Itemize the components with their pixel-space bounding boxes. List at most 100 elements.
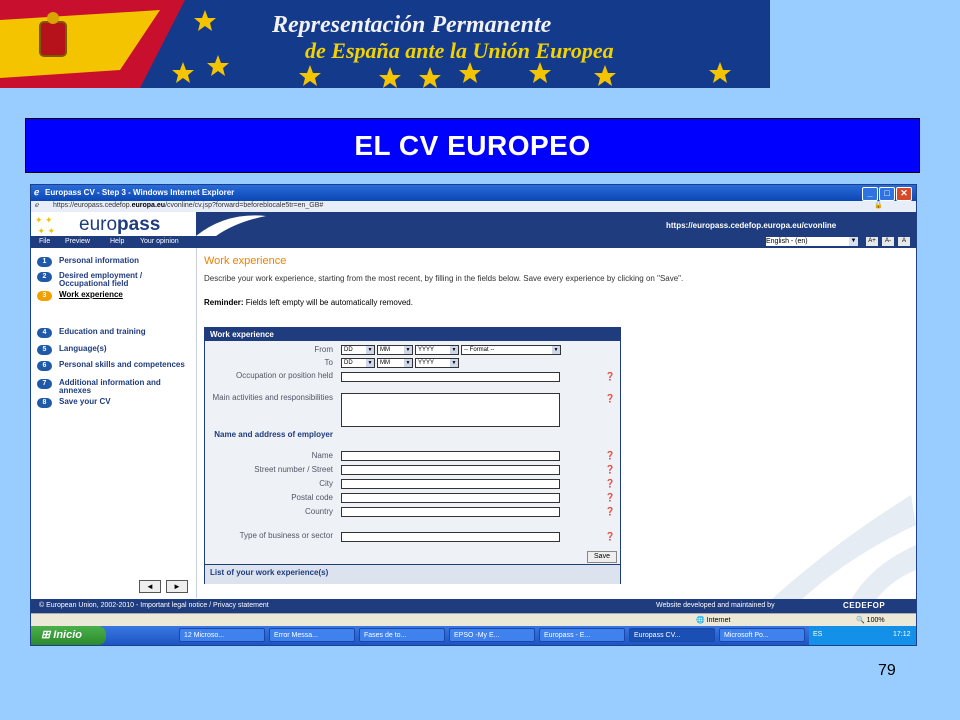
chevron-down-icon: ▼ [450, 359, 458, 367]
site-footer: © European Union, 2002-2010 - Important … [31, 599, 916, 613]
page-heading: Work experience [204, 255, 287, 267]
ie-icon: ℯ [34, 187, 40, 197]
taskbar-item-outlook[interactable]: 12 Microso... [179, 628, 265, 642]
taskbar-item-error[interactable]: Error Messa... [269, 628, 355, 642]
help-icon[interactable]: ❓ [605, 507, 615, 516]
reminder-text: Reminder: Fields left empty will be auto… [204, 298, 413, 307]
language-indicator[interactable]: ES [813, 631, 822, 638]
menu-your-opinion[interactable]: Your opinion [140, 238, 179, 245]
footer-legal[interactable]: © European Union, 2002-2010 - Important … [39, 602, 269, 609]
to-month-select[interactable]: MM ▼ [377, 358, 413, 368]
window-title: Europass CV - Step 3 - Windows Internet … [45, 188, 235, 197]
menu-file[interactable]: File [39, 238, 50, 245]
help-icon[interactable]: ❓ [605, 532, 615, 541]
europass-swoosh-decoration [771, 495, 916, 600]
magnifier-icon: 🔍 [856, 617, 865, 624]
work-experience-form: Work experience From DD ▼ MM ▼ YYYY ▼ -- Fo… [204, 327, 621, 584]
form-header: Work experience [205, 328, 620, 341]
chevron-down-icon: ▼ [552, 346, 560, 354]
cedefop-logo[interactable]: CEDEFOP [843, 601, 885, 610]
to-year-select[interactable]: YYYY ▼ [415, 358, 459, 368]
from-day-select[interactable]: DD ▼ [341, 345, 375, 355]
experience-list-header: List of your work experience(s) [205, 564, 620, 584]
maximize-button[interactable]: □ [879, 187, 895, 201]
name-label: Name [311, 451, 333, 460]
steps-sidebar: 1 Personal information 2 Desired employm… [31, 248, 197, 598]
chevron-down-icon: ▼ [450, 346, 458, 354]
banner-line-1: Representación Permanente [272, 12, 552, 38]
postal-code-input[interactable] [341, 493, 560, 503]
clock: 17:12 [893, 631, 911, 638]
activities-textarea[interactable] [341, 393, 560, 427]
menu-preview[interactable]: Preview [65, 238, 90, 245]
security-zone: 🌐 Internet [696, 617, 731, 624]
help-icon[interactable]: ❓ [605, 493, 615, 502]
from-year-select[interactable]: YYYY ▼ [415, 345, 459, 355]
city-input[interactable] [341, 479, 560, 489]
employer-heading: Name and address of employer [214, 430, 333, 439]
taskbar-item-fases[interactable]: Fases de to... [359, 628, 445, 642]
europass-header: europass [31, 212, 196, 236]
minimize-button[interactable]: _ [862, 187, 878, 201]
windows-taskbar: ⊞ Inicio 12 Microso... Error Messa... Fa… [31, 626, 916, 645]
menu-help[interactable]: Help [110, 238, 124, 245]
country-input[interactable] [341, 507, 560, 517]
chevron-down-icon: ▼ [404, 346, 412, 354]
chevron-down-icon: ▼ [366, 359, 374, 367]
help-icon[interactable]: ❓ [605, 394, 615, 403]
postal-label: Postal code [291, 493, 333, 502]
city-label: City [319, 479, 333, 488]
lock-icon: 🔒 [874, 202, 883, 209]
save-button[interactable]: Save [587, 551, 617, 563]
system-tray: ES 17:12 [809, 626, 916, 645]
zoom-level[interactable]: 🔍 100% [856, 616, 885, 624]
eu-stars-icon: ✦ ✦ ✦ ✦ [35, 215, 56, 236]
taskbar-item-europass-cv[interactable]: Europass CV... [629, 628, 715, 642]
header-banner: Representación Permanente de España ante… [0, 0, 770, 88]
start-button[interactable]: ⊞ Inicio [31, 626, 106, 645]
chevron-down-icon: ▼ [404, 359, 412, 367]
country-label: Country [304, 507, 333, 516]
business-sector-input[interactable] [341, 532, 560, 542]
occupation-label: Occupation or position held [236, 371, 333, 380]
prev-step-button[interactable]: ◄ [139, 580, 161, 593]
taskbar-item-epso[interactable]: EPSO -My E... [449, 628, 535, 642]
from-label: From [314, 345, 333, 354]
to-day-select[interactable]: DD ▼ [341, 358, 375, 368]
taskbar-item-powerpoint[interactable]: Microsoft Po... [719, 628, 805, 642]
europass-logo[interactable]: europass [79, 214, 160, 236]
dove-swoosh-icon [196, 215, 266, 236]
date-format-select[interactable]: -- Format -- ▼ [461, 345, 561, 355]
taskbar-item-europass-e[interactable]: Europass - E... [539, 628, 625, 642]
eu-stars-decoration [299, 62, 731, 88]
from-month-select[interactable]: MM ▼ [377, 345, 413, 355]
help-icon[interactable]: ❓ [605, 372, 615, 381]
slide-title: EL CV EUROPEO [25, 118, 920, 173]
ie-icon: ℯ [35, 202, 40, 209]
browser-window: ℯ Europass CV - Step 3 - Windows Interne… [30, 184, 917, 646]
to-label: To [324, 358, 333, 367]
business-label: Type of business or sector [239, 531, 333, 540]
chevron-down-icon: ▼ [366, 346, 374, 354]
browser-statusbar: 🌐 Internet 🔍 100% [31, 613, 916, 627]
activities-label: Main activities and responsibilities [212, 393, 334, 402]
font-increase-button[interactable]: A+ [866, 237, 878, 246]
address-url[interactable]: https://europass.cedefop.europa.eu/cvonl… [53, 202, 323, 209]
chevron-down-icon: ▼ [849, 237, 858, 246]
close-button[interactable]: ✕ [896, 187, 912, 201]
help-icon[interactable]: ❓ [605, 465, 615, 474]
language-select[interactable]: English - (en) ▼ [766, 237, 858, 246]
banner-line-2: de España ante la Unión Europea [305, 38, 614, 63]
instructions-text: Describe your work experience, starting … [204, 274, 684, 283]
font-decrease-button[interactable]: A- [882, 237, 894, 246]
help-icon[interactable]: ❓ [605, 479, 615, 488]
font-reset-button[interactable]: A [898, 237, 910, 246]
footer-credit: Website developed and maintained by [656, 602, 775, 609]
help-icon[interactable]: ❓ [605, 451, 615, 460]
page-number: 79 [878, 662, 896, 679]
street-input[interactable] [341, 465, 560, 475]
employer-name-input[interactable] [341, 451, 560, 461]
next-step-button[interactable]: ► [166, 580, 188, 593]
occupation-input[interactable] [341, 372, 560, 382]
globe-icon: 🌐 [696, 617, 705, 624]
